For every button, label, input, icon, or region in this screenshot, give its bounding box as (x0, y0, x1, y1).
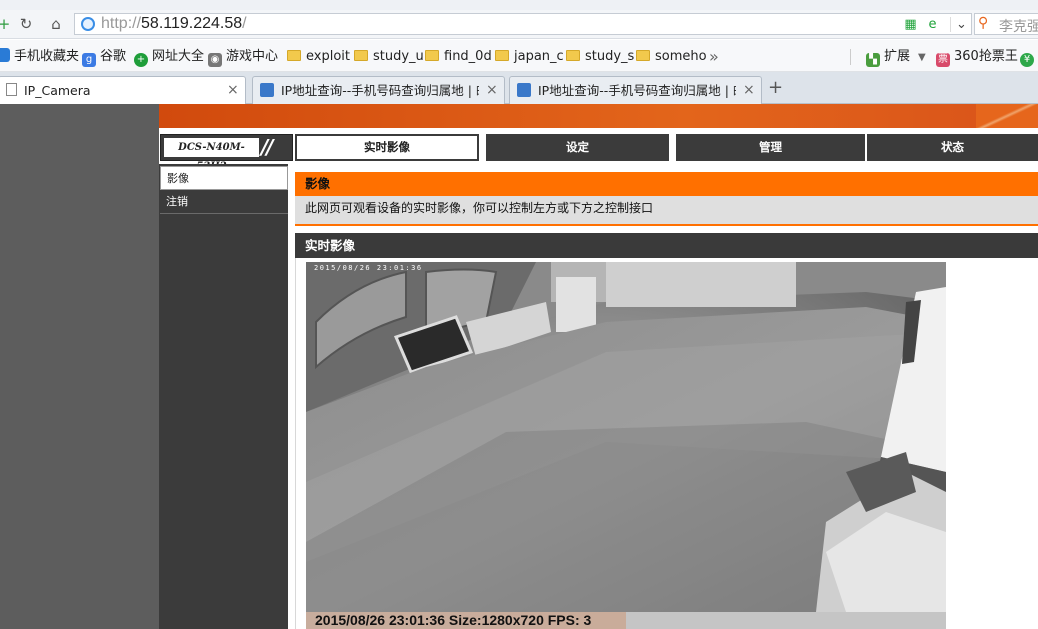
search-box[interactable]: ⚲ 李克强 (974, 13, 1038, 35)
extensions-label: 扩展 (884, 49, 911, 64)
divider (850, 49, 851, 65)
folder-icon (354, 50, 368, 61)
ticket-icon: 票 (936, 53, 950, 67)
url-host: 58.119.224.58 (141, 15, 243, 32)
tab-ip-camera[interactable]: IP_Camera × (0, 76, 246, 105)
refresh-icon[interactable]: ↻ (16, 14, 36, 34)
bookmark-folder-exploit[interactable]: exploit (287, 48, 350, 66)
bookmark-label: 谷歌 (100, 49, 127, 64)
ticket-label: 360抢票王 (954, 49, 1018, 64)
close-icon[interactable]: × (743, 82, 755, 98)
site-icon (260, 83, 274, 97)
close-icon[interactable]: × (227, 82, 239, 98)
chevron-down-icon: ▼ (918, 52, 926, 63)
extensions-button[interactable]: ▚ 扩展 ▼ (866, 48, 926, 67)
video-status-bar: 2015/08/26 23:01:36 Size:1280x720 FPS: 3 (306, 612, 946, 629)
page-left-margin (0, 104, 159, 629)
bookmark-label: japan_c (514, 49, 564, 64)
home-icon[interactable]: ⌂ (46, 14, 66, 34)
bookmark-label: 游戏中心 (226, 49, 279, 64)
more-bookmarks-icon[interactable]: » (709, 48, 719, 66)
bookmark-url-directory[interactable]: + 网址大全 (134, 48, 205, 67)
sidebar-item-video[interactable]: 影像 (160, 166, 288, 190)
tab-status[interactable]: 状态 (867, 134, 1038, 161)
bookmark-game-center[interactable]: ◉ 游戏中心 (208, 48, 279, 67)
tab-management[interactable]: 管理 (676, 134, 865, 161)
bookmarks-bar: 手机收藏夹 g 谷歌 + 网址大全 ◉ 游戏中心 exploit study_u fi… (0, 40, 1038, 72)
bookmark-label: exploit (306, 49, 350, 64)
page-icon (6, 83, 17, 96)
tab-title: IP地址查询--手机号码查询归属地 | 邮 (538, 83, 736, 98)
video-frame-image (306, 262, 946, 612)
bookmark-google[interactable]: g 谷歌 (82, 48, 127, 67)
bookmark-folder-study-s[interactable]: study_s (566, 48, 634, 66)
bookmark-label: 手机收藏夹 (14, 49, 80, 64)
url-text[interactable]: http://58.119.224.58/ (101, 15, 247, 33)
folder-icon (566, 50, 580, 61)
phone-icon (0, 48, 10, 62)
bookmark-label: someho (655, 49, 707, 64)
close-icon[interactable]: × (486, 82, 498, 98)
search-input[interactable]: 李克强 (999, 16, 1038, 36)
video-osd-timestamp: 2015/08/26 23:01:36 (314, 264, 423, 272)
bookmark-label: study_u (373, 49, 424, 64)
bookmark-label: study_s (585, 49, 635, 64)
top-banner (159, 104, 1038, 128)
section-title: 影像 (295, 172, 1038, 196)
tab-title: IP_Camera (24, 83, 91, 98)
model-name: DCS-N40M-53H2 (164, 138, 259, 172)
bookmark-folder-japan-c[interactable]: japan_c (495, 48, 564, 66)
ticket-grab-button[interactable]: 票 360抢票王 (936, 48, 1018, 67)
qr-code-icon[interactable]: ▦ (903, 17, 918, 32)
site-icon (517, 83, 531, 97)
tab-ip-lookup-1[interactable]: IP地址查询--手机号码查询归属地 | 邮 × (252, 76, 505, 104)
extensions-icon: ▚ (866, 53, 880, 67)
model-badge: DCS-N40M-53H2 // (160, 134, 293, 172)
globe-icon (81, 17, 95, 31)
new-tab-button[interactable]: + (768, 79, 783, 97)
speed-mode-icon[interactable]: e (925, 17, 940, 32)
sidebar-item-logout[interactable]: 注销 (160, 190, 288, 214)
url-scheme: http:// (101, 15, 142, 32)
bookmark-folder-find-0d[interactable]: find_0d (425, 48, 492, 66)
gamepad-icon: ◉ (208, 53, 222, 67)
folder-icon (287, 50, 301, 61)
url-path: / (242, 15, 247, 32)
tab-live-video[interactable]: 实时影像 (295, 134, 479, 161)
bookmark-folder-study-u[interactable]: study_u (354, 48, 424, 66)
tab-title: IP地址查询--手机号码查询归属地 | 邮 (281, 83, 479, 98)
tab-settings[interactable]: 设定 (486, 134, 669, 161)
chevron-down-icon[interactable]: ⌄ (950, 17, 972, 32)
address-bar[interactable]: http://58.119.224.58/ ▦ e ⌄ (74, 13, 972, 35)
section-description: 此网页可观看设备的实时影像，你可以控制左方或下方之控制接口 (295, 196, 1038, 226)
live-video-title: 实时影像 (295, 233, 1038, 258)
shield-button[interactable]: ¥ (1020, 48, 1038, 67)
bookmark-folder-someho[interactable]: someho (636, 48, 707, 66)
directory-icon: + (134, 53, 148, 67)
model-slash-decoration: // (261, 135, 274, 159)
back-icon[interactable]: + (0, 14, 14, 34)
video-status-text: 2015/08/26 23:01:36 Size:1280x720 FPS: 3 (315, 612, 592, 628)
shield-icon: ¥ (1020, 53, 1034, 67)
address-toolbar: + ↻ ⌂ http://58.119.224.58/ ▦ e ⌄ ⚲ 李克强 (0, 10, 1038, 39)
banner-decoration (976, 104, 1038, 128)
google-icon: g (82, 53, 96, 67)
tab-strip: IP_Camera × IP地址查询--手机号码查询归属地 | 邮 × IP地址… (0, 72, 1038, 105)
window-titlebar (0, 0, 1038, 10)
sidebar: 影像 注销 (159, 164, 288, 629)
bookmark-label: 网址大全 (152, 49, 205, 64)
bookmark-mobile-favorites[interactable]: 手机收藏夹 (0, 48, 79, 66)
camera-page: DCS-N40M-53H2 // 实时影像 设定 管理 状态 影像 注销 影像 … (0, 104, 1038, 629)
camera-video-feed[interactable]: 2015/08/26 23:01:36 (306, 262, 946, 612)
tab-ip-lookup-2[interactable]: IP地址查询--手机号码查询归属地 | 邮 × (509, 76, 762, 104)
search-icon[interactable]: ⚲ (978, 15, 988, 31)
bookmark-label: find_0d (444, 49, 492, 64)
folder-icon (425, 50, 439, 61)
folder-icon (495, 50, 509, 61)
folder-icon (636, 50, 650, 61)
